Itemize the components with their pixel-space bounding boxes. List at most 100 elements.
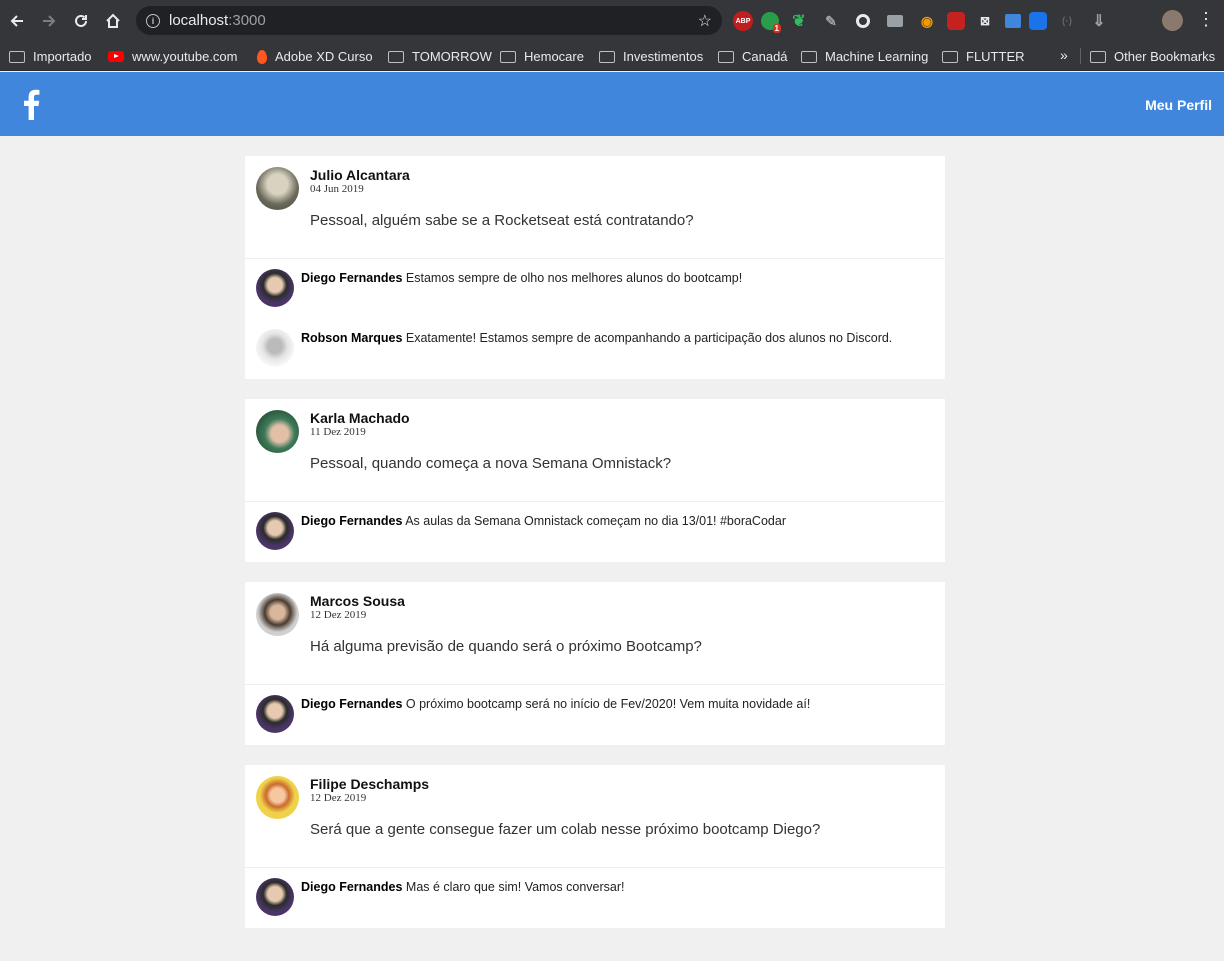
post-header: Marcos Sousa 12 Dez 2019 Há alguma previ… [245,582,945,685]
chat-extension-icon[interactable] [883,10,907,32]
folder-icon [1090,50,1106,63]
author-avatar[interactable] [256,410,299,453]
commenter-avatar[interactable] [256,878,294,916]
bookmark-hemocare[interactable]: Hemocare [500,49,584,64]
bookmark-other-bookmarks[interactable]: Other Bookmarks [1090,49,1215,64]
red-extension-icon[interactable] [947,12,965,30]
bookmark-machine-learning[interactable]: Machine Learning [801,49,928,64]
comment-body: As aulas da Semana Omnistack começam no … [405,514,786,528]
post-card: Julio Alcantara 04 Jun 2019 Pessoal, alg… [245,156,945,379]
commenter-name[interactable]: Diego Fernandes [301,271,402,285]
bookmark-tomorrow[interactable]: TOMORROW [388,49,492,64]
folder-icon [942,50,958,63]
bookmark-importado[interactable]: Importado [9,49,92,64]
pocket-extension-icon[interactable]: 1 [761,12,781,33]
post-card: Marcos Sousa 12 Dez 2019 Há alguma previ… [245,582,945,745]
comment-item: Diego Fernandes Mas é claro que sim! Vam… [256,878,935,918]
commenter-name[interactable]: Diego Fernandes [301,880,402,894]
post-content: Será que a gente consegue fazer um colab… [310,821,821,838]
post-author-name[interactable]: Marcos Sousa [310,593,405,609]
bookmark-adobe-xd[interactable]: Adobe XD Curso [254,49,373,64]
folder-icon [500,50,516,63]
post-date: 12 Dez 2019 [310,792,367,804]
profile-avatar[interactable] [1162,10,1183,31]
comment-item: Diego Fernandes O próximo bootcamp será … [256,695,935,735]
calendar-extension-icon[interactable] [1005,14,1021,28]
folder-icon [801,50,817,63]
comment-text: Diego Fernandes Mas é claro que sim! Vam… [301,880,625,894]
bookmarks-divider [1080,48,1081,64]
commenter-name[interactable]: Robson Marques [301,331,402,345]
post-content: Há alguma previsão de quando será o próx… [310,638,702,655]
folder-icon [388,50,404,63]
comment-item: Diego Fernandes Estamos sempre de olho n… [256,269,935,329]
home-icon[interactable] [97,5,129,37]
adblock-extension-icon[interactable]: ABP [733,11,753,31]
comment-item: Diego Fernandes As aulas da Semana Omnis… [256,512,935,552]
more-bookmarks-chevron-icon[interactable]: » [1060,47,1068,63]
address-bar[interactable]: i localhost:3000 ☆ [136,6,722,35]
comment-list: Diego Fernandes Mas é claro que sim! Vam… [245,868,945,928]
post-content: Pessoal, quando começa a nova Semana Omn… [310,455,672,472]
post-author-name[interactable]: Filipe Deschamps [310,776,429,792]
kebab-menu-icon[interactable]: ⋮ [1197,8,1215,30]
comment-text: Robson Marques Exatamente! Estamos sempr… [301,331,892,345]
bookmark-canada[interactable]: Canadá [718,49,788,64]
comment-list: Diego Fernandes O próximo bootcamp será … [245,685,945,745]
post-header: Karla Machado 11 Dez 2019 Pessoal, quand… [245,399,945,502]
facebook-logo-icon[interactable] [22,88,40,120]
commenter-avatar[interactable] [256,269,294,307]
circle-extension-icon[interactable] [851,10,875,32]
post-card: Karla Machado 11 Dez 2019 Pessoal, quand… [245,399,945,562]
forward-arrow-icon[interactable] [33,5,65,37]
m-extension-icon[interactable]: ⊠ [973,10,997,32]
author-avatar[interactable] [256,593,299,636]
url-text: localhost:3000 [169,12,266,29]
bookmark-investimentos[interactable]: Investimentos [599,49,703,64]
extensions-row: ABP 1 ❦ ✎ ◉ ⊠ (·) ⇓ [733,10,1111,33]
author-avatar[interactable] [256,776,299,819]
info-icon[interactable]: i [146,13,160,28]
comment-item: Robson Marques Exatamente! Estamos sempr… [256,329,935,369]
youtube-icon [108,51,124,62]
post-content: Pessoal, alguém sabe se a Rocketseat est… [310,212,694,229]
comment-list: Diego Fernandes Estamos sempre de olho n… [245,259,945,379]
post-date: 12 Dez 2019 [310,609,367,621]
folder-icon [599,50,615,63]
post-date: 04 Jun 2019 [310,183,364,195]
comment-body: O próximo bootcamp será no início de Fev… [405,697,811,711]
post-author-name[interactable]: Julio Alcantara [310,167,410,183]
commenter-avatar[interactable] [256,695,294,733]
bookmark-flutter[interactable]: FLUTTER [942,49,1025,64]
evernote-extension-icon[interactable]: ❦ [787,10,811,32]
flame-icon [257,49,267,64]
comment-body: Exatamente! Estamos sempre de acompanhan… [405,331,893,345]
commenter-avatar[interactable] [256,512,294,550]
post-feed: Julio Alcantara 04 Jun 2019 Pessoal, alg… [245,156,945,948]
comment-text: Diego Fernandes O próximo bootcamp será … [301,697,810,711]
folder-icon [9,50,25,63]
post-header: Filipe Deschamps 12 Dez 2019 Será que a … [245,765,945,868]
commenter-avatar[interactable] [256,329,294,367]
profile-link[interactable]: Meu Perfil [1145,97,1212,113]
post-card: Filipe Deschamps 12 Dez 2019 Será que a … [245,765,945,928]
post-author-name[interactable]: Karla Machado [310,410,410,426]
folder-icon [718,50,734,63]
comment-body: Estamos sempre de olho nos melhores alun… [405,271,743,285]
commenter-name[interactable]: Diego Fernandes [301,697,402,711]
bookmark-youtube[interactable]: www.youtube.com [108,49,238,64]
post-date: 11 Dez 2019 [310,426,366,438]
download-extension-icon[interactable]: ⇓ [1087,10,1111,32]
blue-extension-icon[interactable] [1029,12,1047,30]
comment-body: Mas é claro que sim! Vamos conversar! [405,880,625,894]
reload-icon[interactable] [65,5,97,37]
comment-text: Diego Fernandes As aulas da Semana Omnis… [301,514,786,528]
author-avatar[interactable] [256,167,299,210]
dots-extension-icon[interactable]: (·) [1055,10,1079,32]
app-header: Meu Perfil [0,72,1224,136]
commenter-name[interactable]: Diego Fernandes [301,514,402,528]
pen-extension-icon[interactable]: ✎ [819,10,843,32]
owl-extension-icon[interactable]: ◉ [915,10,939,32]
back-arrow-icon[interactable] [1,5,33,37]
bookmark-star-icon[interactable]: ☆ [698,11,712,31]
